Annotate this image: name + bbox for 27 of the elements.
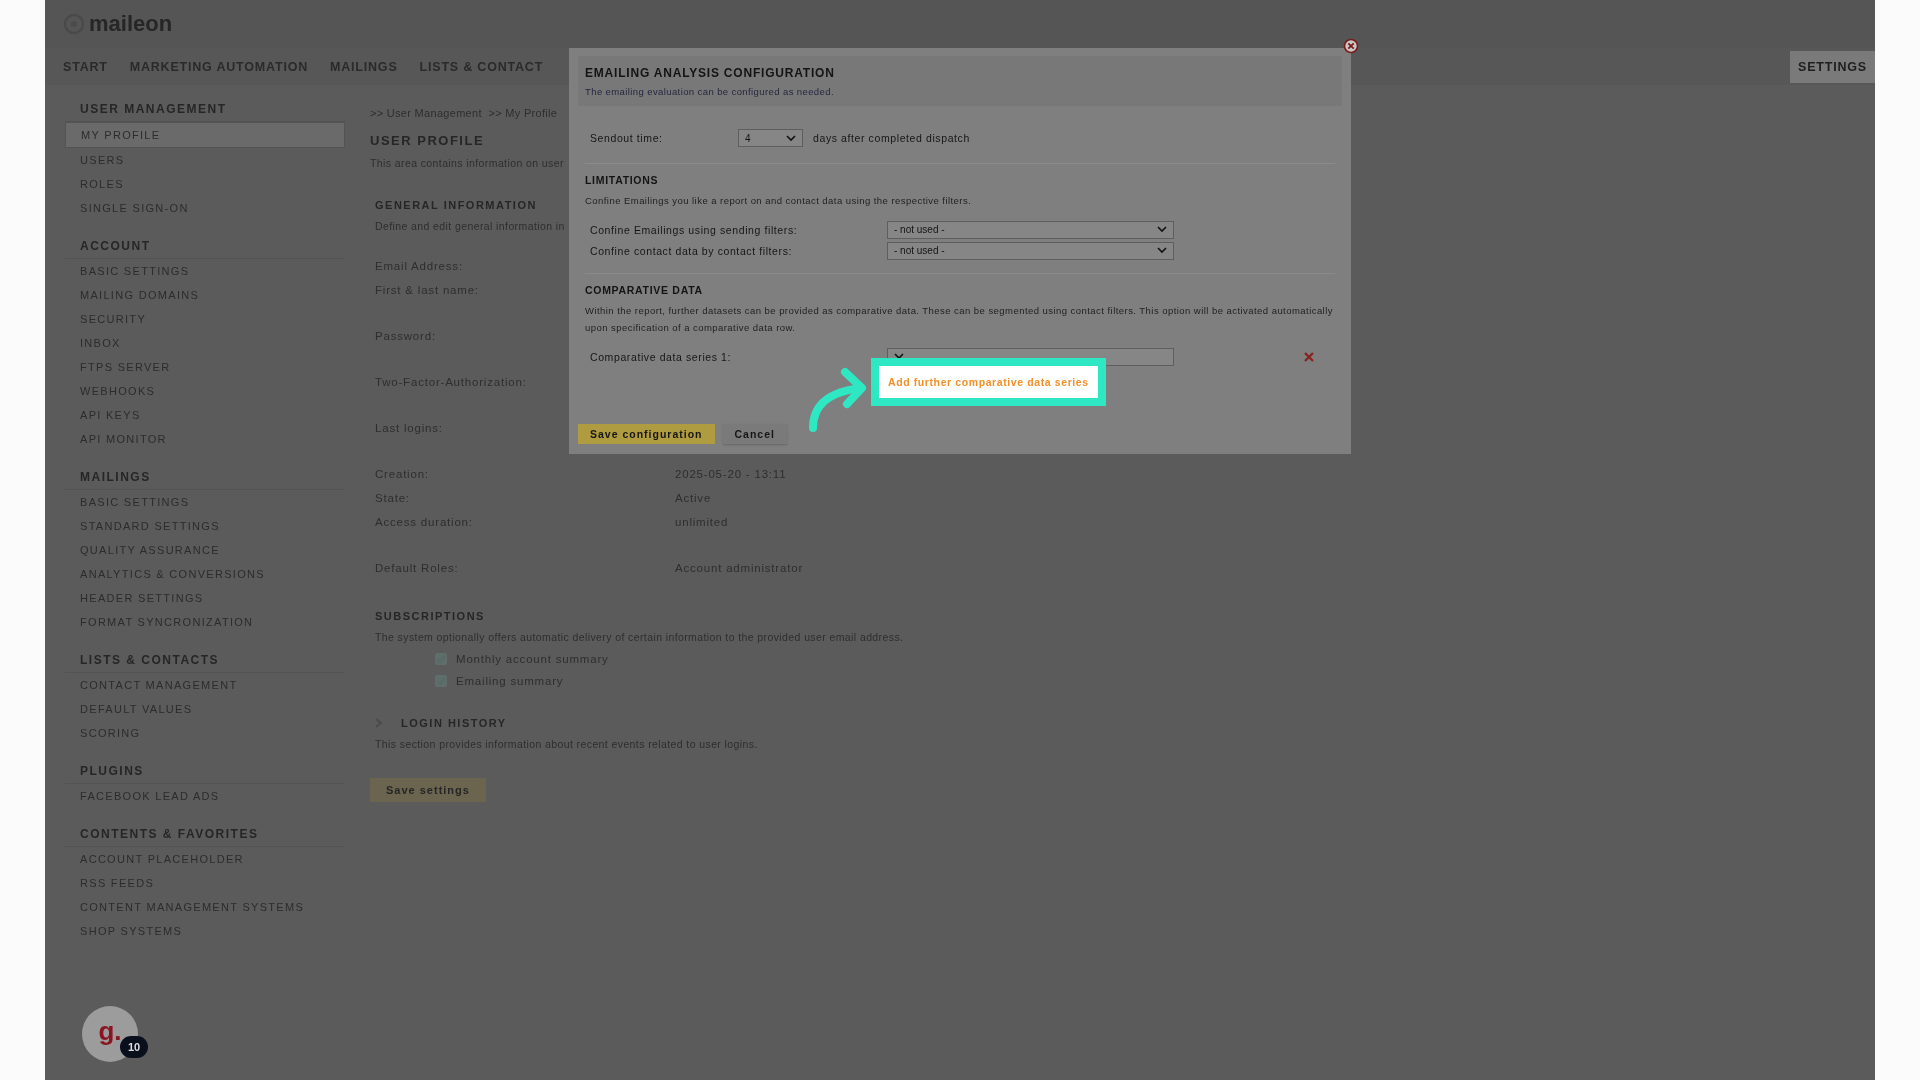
caret-icon (894, 353, 904, 360)
nav-tab[interactable]: SETTINGS (1790, 50, 1875, 83)
section-description: Confine Emailings you like a report on and contact data using the respective filters. (585, 194, 973, 208)
sidebar-item[interactable]: MY PROFILE (65, 122, 345, 148)
section-description: Within the report, further datasets can be provided as comparative data. These can be segmented using contact filters. This option will be activated automatically upon specification of a comparative data row. (585, 304, 1334, 335)
field-label: Sendout time: (590, 131, 664, 146)
dialog-title: EMAILING ANALYSIS CONFIGURATION (585, 66, 836, 80)
field-suffix: days after completed dispatch (813, 131, 970, 146)
dialog-button[interactable]: Save configuration (578, 424, 715, 444)
dialog-button[interactable]: Cancel (722, 424, 787, 444)
section-heading: COMPARATIVE DATA (585, 284, 704, 296)
caret-icon (786, 134, 796, 142)
remove-icon[interactable] (1304, 351, 1314, 362)
caret-icon (1157, 247, 1167, 254)
field-label: Confine Emailings using sending filters: (590, 223, 799, 236)
days-dropdown[interactable]: 4 (738, 129, 803, 147)
filter-dropdown[interactable]: - not used - (887, 241, 1174, 260)
field-label: Confine contact data by contact filters: (590, 244, 793, 257)
caret-icon (1157, 226, 1167, 233)
field-label: Comparative data series 1: (590, 350, 733, 363)
dialog-subtitle: The emailing evaluation can be configured as needed. (585, 86, 835, 97)
add-series-link[interactable]: Add further comparative data series (871, 358, 1106, 406)
filter-dropdown[interactable]: - not used - (887, 220, 1174, 239)
save-settings-button[interactable]: Save settings (370, 778, 486, 802)
close-icon[interactable] (1343, 38, 1359, 54)
widget-logo: g. (98, 1015, 122, 1047)
section-heading: LIMITATIONS (585, 174, 660, 186)
